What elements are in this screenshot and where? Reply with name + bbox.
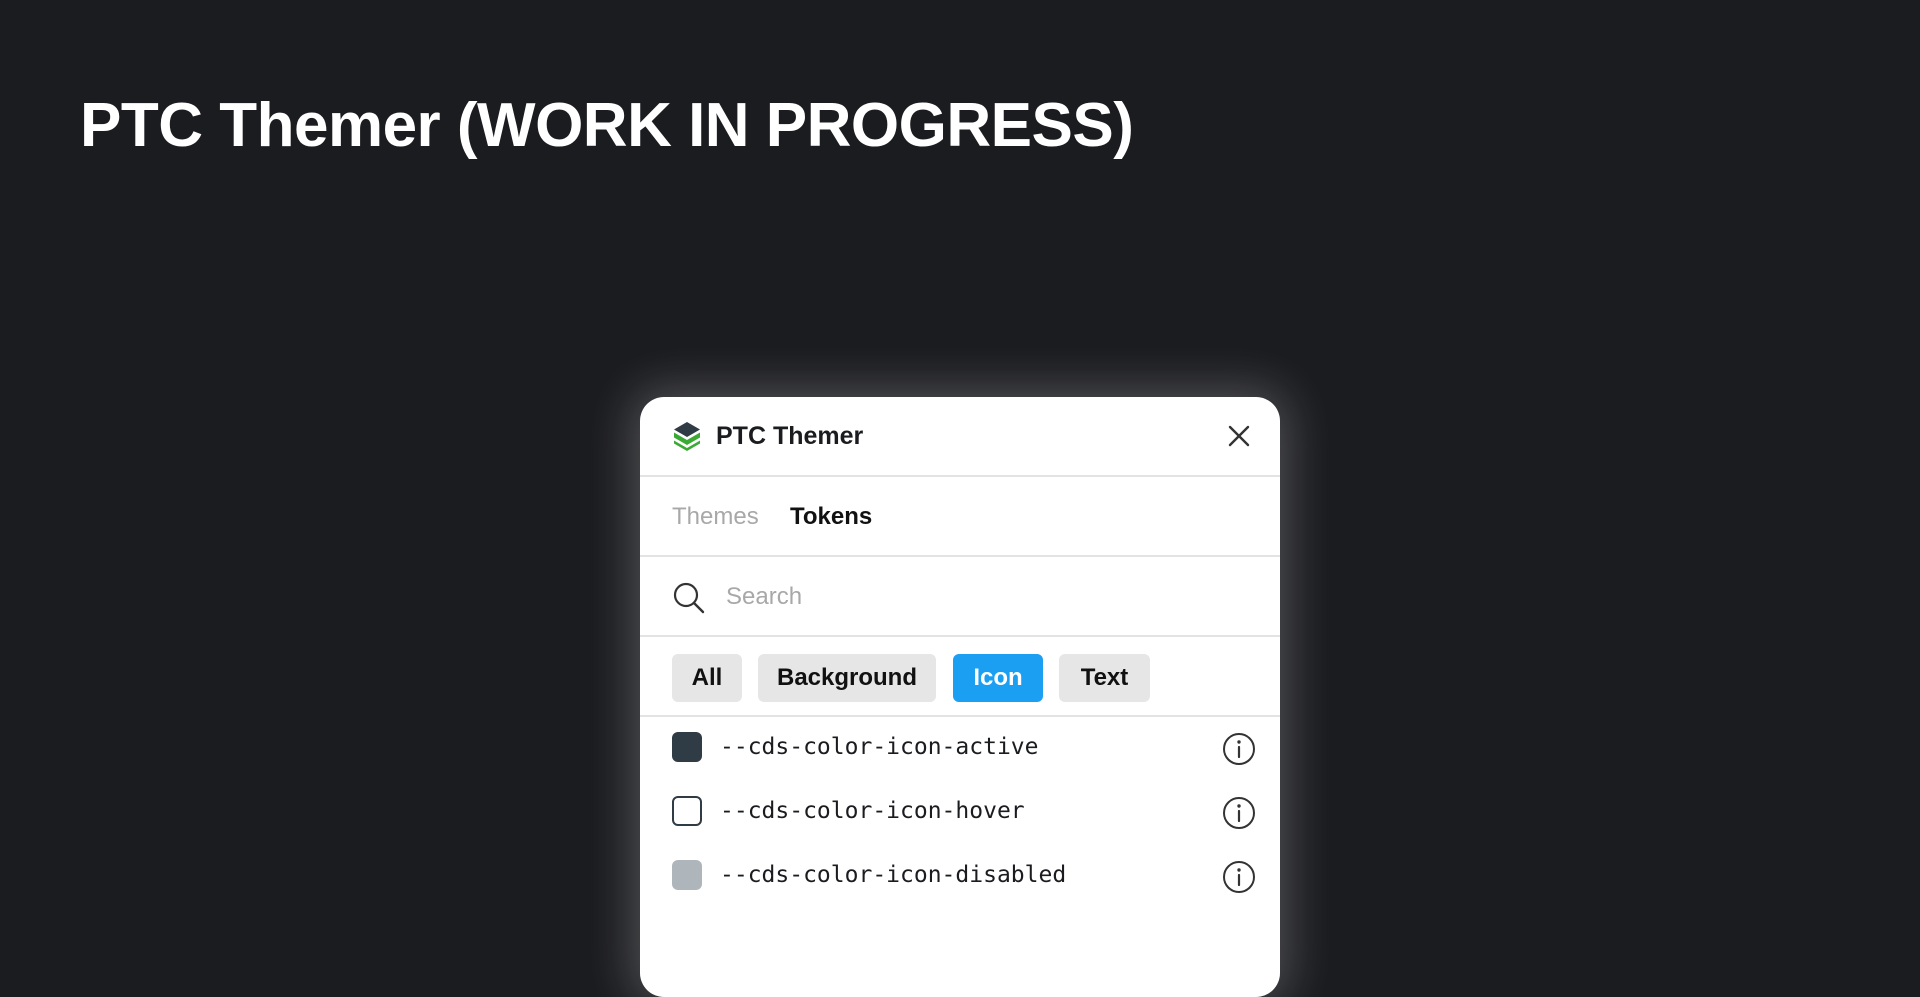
panel-header: PTC Themer [640,397,1280,477]
search-bar [640,557,1280,637]
filter-chips: All Background Icon Text [640,637,1280,717]
filter-chip-background[interactable]: Background [758,654,936,702]
token-row: --cds-color-icon-hover [640,781,1280,845]
search-input[interactable] [726,577,1226,617]
info-icon[interactable] [1222,796,1256,830]
color-swatch [672,732,702,762]
tab-themes[interactable]: Themes [672,501,759,533]
filter-chip-icon[interactable]: Icon [953,654,1043,702]
token-name: --cds-color-icon-hover [720,798,1025,824]
filter-chip-all[interactable]: All [672,654,742,702]
token-row: --cds-color-icon-active [640,717,1280,781]
close-icon[interactable] [1224,421,1254,451]
info-icon[interactable] [1222,860,1256,894]
info-icon[interactable] [1222,732,1256,766]
tab-tokens[interactable]: Tokens [790,501,872,533]
themer-panel: PTC Themer Themes Tokens All Background … [640,397,1280,997]
token-name: --cds-color-icon-disabled [720,862,1067,888]
ptc-logo-icon [674,422,700,451]
color-swatch [672,860,702,890]
search-icon [673,582,705,614]
token-row: --cds-color-icon-disabled [640,845,1280,909]
tab-bar: Themes Tokens [640,477,1280,557]
filter-chip-text[interactable]: Text [1059,654,1150,702]
page-title: PTC Themer (WORK IN PROGRESS) [80,91,1134,160]
color-swatch [672,796,702,826]
token-name: --cds-color-icon-active [720,734,1039,760]
panel-title: PTC Themer [716,422,864,450]
